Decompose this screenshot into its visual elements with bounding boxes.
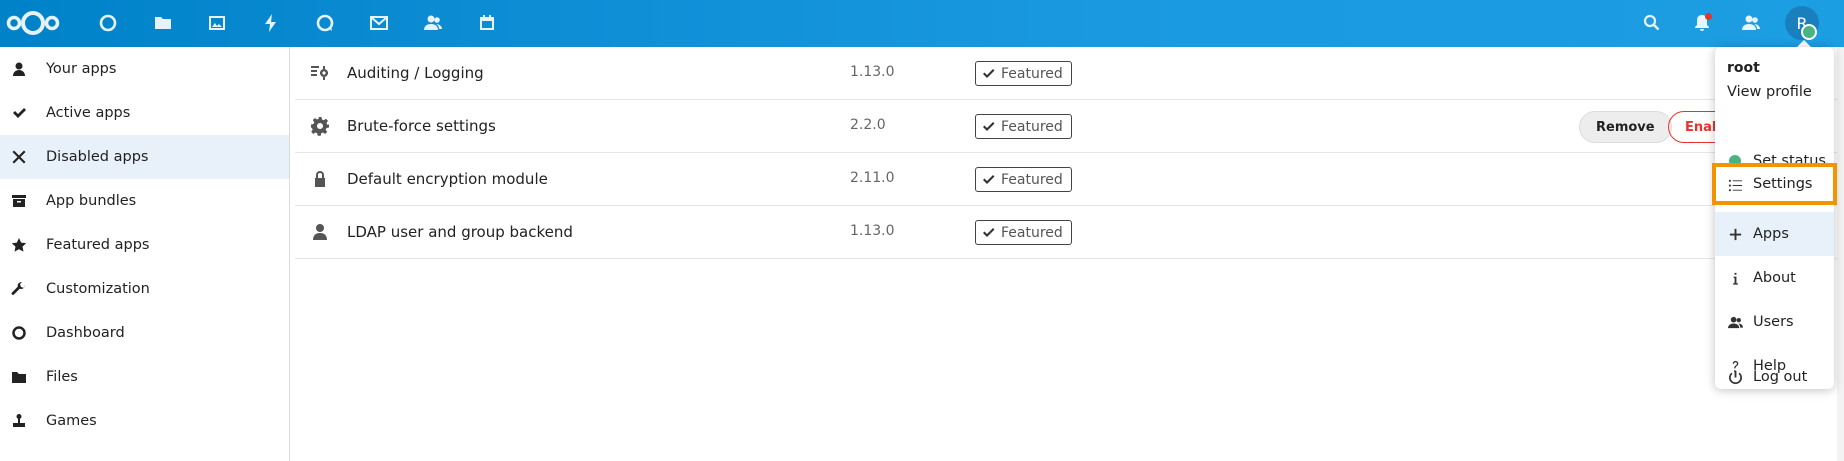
app-version: 1.13.0 xyxy=(850,223,895,239)
scrollbar[interactable] xyxy=(1837,47,1844,461)
app-row-encryption[interactable]: Default encryption module 2.11.0 Feature… xyxy=(295,153,1844,206)
contacts-menu-icon[interactable] xyxy=(1738,10,1764,36)
menu-item-label: Users xyxy=(1753,314,1794,330)
sidebar-item-active-apps[interactable]: Active apps xyxy=(0,91,289,135)
sidebar-item-files[interactable]: Files xyxy=(0,355,289,399)
check-icon xyxy=(10,104,28,122)
mail-icon[interactable] xyxy=(366,10,392,36)
top-header: R xyxy=(0,0,1844,47)
app-name: Brute-force settings xyxy=(347,117,496,135)
menu-item-about[interactable]: About xyxy=(1715,256,1834,300)
archive-icon xyxy=(10,192,28,210)
activity-icon[interactable] xyxy=(258,10,284,36)
remove-button[interactable]: Remove xyxy=(1579,111,1672,143)
users-icon xyxy=(1727,314,1743,330)
plus-icon xyxy=(1727,226,1743,242)
badge-label: Featured xyxy=(1001,171,1063,188)
app-version: 2.11.0 xyxy=(850,170,895,186)
sidebar-item-your-apps[interactable]: Your apps xyxy=(0,47,289,91)
menu-item-label: About xyxy=(1753,270,1796,286)
sidebar-item-featured-apps[interactable]: Featured apps xyxy=(0,223,289,267)
app-sidebar: Your apps Active apps Disabled apps App … xyxy=(0,47,290,461)
menu-item-log-out[interactable]: Log out xyxy=(1715,355,1834,399)
view-profile-link[interactable]: View profile xyxy=(1727,84,1812,100)
menu-item-settings[interactable]: Settings xyxy=(1712,163,1837,205)
sidebar-item-label: Your apps xyxy=(46,61,117,77)
app-name: Auditing / Logging xyxy=(347,64,484,82)
sidebar-item-label: Disabled apps xyxy=(46,149,149,165)
user-icon xyxy=(309,221,331,243)
contacts-icon[interactable] xyxy=(420,10,446,36)
notification-dot xyxy=(1705,13,1712,20)
search-icon[interactable] xyxy=(1639,10,1665,36)
calendar-icon[interactable] xyxy=(474,10,500,36)
audit-icon xyxy=(309,62,331,84)
sidebar-item-games[interactable]: Games xyxy=(0,399,289,443)
badge-label: Featured xyxy=(1001,224,1063,241)
check-icon xyxy=(983,174,995,184)
menu-item-users[interactable]: Users xyxy=(1715,300,1834,344)
sidebar-item-label: App bundles xyxy=(46,193,137,209)
star-icon xyxy=(10,236,28,254)
sidebar-item-label: Games xyxy=(46,413,97,429)
app-row-ldap[interactable]: LDAP user and group backend 1.13.0 Featu… xyxy=(295,206,1844,259)
lock-icon xyxy=(309,168,331,190)
badge-label: Featured xyxy=(1001,118,1063,135)
check-icon xyxy=(983,68,995,78)
menu-item-label: Log out xyxy=(1753,369,1808,385)
joystick-icon xyxy=(10,412,28,430)
folder-icon xyxy=(10,368,28,386)
featured-badge: Featured xyxy=(975,220,1072,245)
sidebar-item-customization[interactable]: Customization xyxy=(0,267,289,311)
power-icon xyxy=(1727,369,1743,385)
app-version: 2.2.0 xyxy=(850,117,886,133)
sidebar-item-label: Active apps xyxy=(46,105,131,121)
app-version: 1.13.0 xyxy=(850,64,895,80)
sidebar-item-label: Files xyxy=(46,369,78,385)
talk-icon[interactable] xyxy=(312,10,338,36)
sidebar-item-disabled-apps[interactable]: Disabled apps xyxy=(0,135,289,179)
check-icon xyxy=(983,227,995,237)
user-menu: root View profile Set status Settings Ap… xyxy=(1712,47,1837,389)
avatar-status-dot xyxy=(1801,24,1817,40)
dashboard-icon[interactable] xyxy=(95,10,121,36)
menu-username: root xyxy=(1727,60,1760,76)
app-list: Auditing / Logging 1.13.0 Featured Brute… xyxy=(295,47,1844,461)
sidebar-item-app-bundles[interactable]: App bundles xyxy=(0,179,289,223)
sidebar-item-label: Featured apps xyxy=(46,237,150,253)
app-row-brute-force[interactable]: Brute-force settings 2.2.0 Featured Remo… xyxy=(295,100,1844,153)
app-name: Default encryption module xyxy=(347,170,548,188)
circle-icon xyxy=(10,324,28,342)
featured-badge: Featured xyxy=(975,61,1072,86)
user-icon xyxy=(10,60,28,78)
wrench-icon xyxy=(10,280,28,298)
settings-list-icon xyxy=(1727,177,1743,193)
app-row-auditing[interactable]: Auditing / Logging 1.13.0 Featured xyxy=(295,47,1844,100)
close-icon xyxy=(10,148,28,166)
featured-badge: Featured xyxy=(975,114,1072,139)
photos-icon[interactable] xyxy=(204,10,230,36)
menu-item-label: Apps xyxy=(1753,226,1789,242)
nextcloud-logo[interactable] xyxy=(6,6,60,40)
badge-label: Featured xyxy=(1001,65,1063,82)
info-icon xyxy=(1727,270,1743,286)
featured-badge: Featured xyxy=(975,167,1072,192)
sidebar-item-label: Customization xyxy=(46,281,150,297)
sidebar-item-dashboard[interactable]: Dashboard xyxy=(0,311,289,355)
check-icon xyxy=(983,121,995,131)
menu-item-apps[interactable]: Apps xyxy=(1715,212,1834,256)
gear-icon xyxy=(309,115,331,137)
menu-item-label: Settings xyxy=(1753,176,1813,192)
files-icon[interactable] xyxy=(150,10,176,36)
sidebar-item-label: Dashboard xyxy=(46,325,125,341)
app-name: LDAP user and group backend xyxy=(347,223,573,241)
